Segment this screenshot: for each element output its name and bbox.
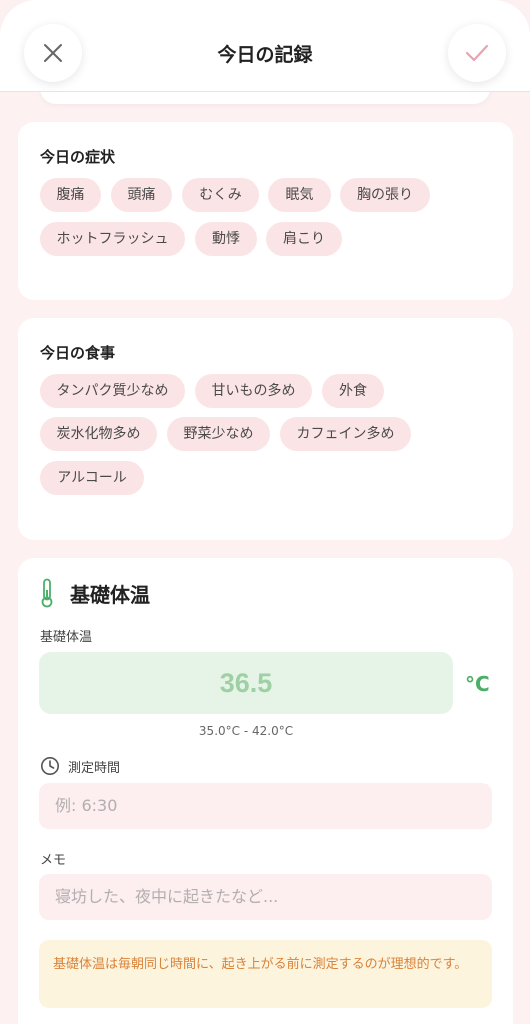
symptom-chip[interactable]: 眠気 bbox=[268, 178, 331, 212]
bbt-range-wrap: 35.0°C - 42.0°C bbox=[18, 724, 513, 738]
bbt-title: 基礎体温 bbox=[70, 582, 150, 607]
meals-title: 今日の食事 bbox=[40, 344, 116, 362]
meals-card: 今日の食事 タンパク質少なめ 甘いもの多め 外食 炭水化物多め 野菜少なめ カフ… bbox=[18, 318, 513, 540]
meal-chip[interactable]: 外食 bbox=[322, 374, 384, 408]
meal-chip[interactable]: 野菜少なめ bbox=[167, 417, 270, 451]
symptom-chip[interactable]: 頭痛 bbox=[111, 178, 172, 212]
bbt-card: 基礎体温 基礎体温 36.5 °C 35.0°C - 42.0°C 測定時間 例… bbox=[18, 558, 513, 1024]
bbt-header: 基礎体温 bbox=[40, 578, 150, 608]
symptom-chip[interactable]: 腹痛 bbox=[40, 178, 101, 212]
bbt-value: 36.5 bbox=[219, 667, 273, 698]
check-icon bbox=[465, 44, 489, 62]
meal-chip[interactable]: タンパク質少なめ bbox=[40, 374, 185, 408]
meal-chip[interactable]: アルコール bbox=[40, 461, 144, 495]
bbt-tip-notice: 基礎体温は毎朝同じ時間に、起き上がる前に測定するのが理想的です。 bbox=[39, 940, 492, 1008]
save-button[interactable] bbox=[448, 24, 506, 82]
time-label: 測定時間 bbox=[68, 760, 121, 776]
time-input[interactable]: 例: 6:30 bbox=[39, 783, 492, 829]
memo-label: メモ bbox=[40, 853, 67, 868]
bbt-range: 35.0°C - 42.0°C bbox=[198, 724, 294, 738]
bbt-input[interactable]: 36.5 bbox=[39, 652, 453, 714]
meal-chip[interactable]: 炭水化物多め bbox=[40, 417, 157, 451]
clock-icon bbox=[41, 757, 59, 775]
bbt-field-label: 基礎体温 bbox=[40, 630, 93, 645]
thermometer-icon bbox=[41, 578, 53, 608]
bbt-unit: °C bbox=[465, 672, 490, 696]
memo-input[interactable]: 寝坊した、夜中に起きたなど... bbox=[39, 874, 492, 920]
symptoms-title: 今日の症状 bbox=[40, 148, 116, 166]
time-label-row: 測定時間 bbox=[40, 756, 120, 776]
meal-chip[interactable]: カフェイン多め bbox=[280, 417, 411, 451]
symptom-chip[interactable]: 肩こり bbox=[266, 222, 342, 256]
symptom-chip[interactable]: 胸の張り bbox=[340, 178, 430, 212]
symptom-chip[interactable]: 動悸 bbox=[195, 222, 257, 256]
symptoms-card: 今日の症状 腹痛 頭痛 むくみ 眠気 胸の張り ホットフラッシュ 動悸 肩こり bbox=[18, 122, 513, 300]
symptom-chip[interactable]: むくみ bbox=[182, 178, 259, 212]
record-sheet: 今日の記録 今日の症状 腹痛 頭痛 むくみ 眠気 胸の張り ホットフラッシュ 動… bbox=[0, 0, 530, 1024]
symptom-chip[interactable]: ホットフラッシュ bbox=[40, 222, 185, 256]
top-bar: 今日の記録 bbox=[0, 0, 530, 92]
meal-chip[interactable]: 甘いもの多め bbox=[195, 374, 312, 408]
